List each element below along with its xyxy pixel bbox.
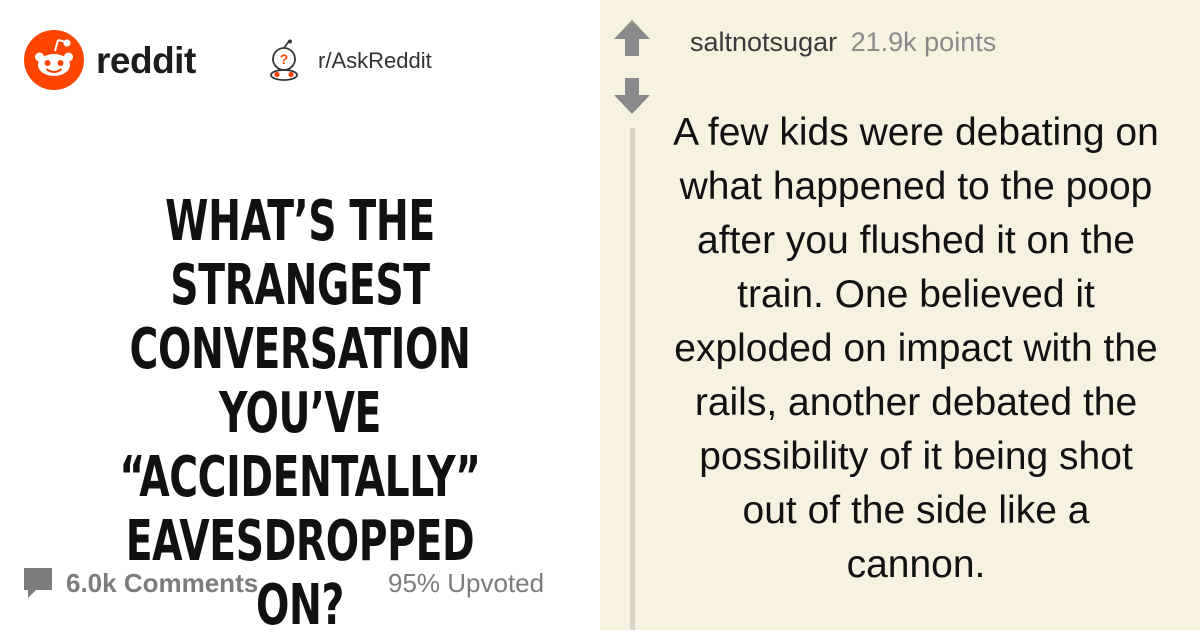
svg-text:?: ? — [280, 51, 289, 67]
thread-line[interactable] — [630, 128, 635, 630]
comment-author[interactable]: saltnotsugar — [690, 27, 837, 57]
comment-body: A few kids were debating on what happene… — [673, 111, 1159, 586]
comments-button[interactable]: 6.0k Comments — [22, 566, 258, 600]
comment-meta: saltnotsugar 21.9k points — [690, 25, 996, 59]
brand-name: reddit — [96, 39, 196, 81]
askreddit-snoo-icon: ? — [270, 39, 298, 81]
upvote-ratio: 95% Upvoted — [388, 568, 545, 598]
post-panel: reddit ? r/AskReddit What’s the stranges… — [0, 0, 600, 638]
subreddit-link[interactable]: ? r/AskReddit — [262, 39, 432, 83]
comments-count: 6.0k Comments — [66, 567, 259, 598]
downvote-arrow-icon[interactable] — [612, 76, 652, 116]
comment-panel: saltnotsugar 21.9k points A few kids wer… — [600, 0, 1200, 630]
comment-bubble-icon — [24, 568, 52, 598]
upvote-arrow-icon[interactable] — [612, 18, 652, 58]
comment-points: 21.9k points — [850, 27, 997, 57]
subreddit-name: r/AskReddit — [318, 48, 432, 73]
reddit-brand[interactable]: reddit — [24, 30, 196, 90]
reddit-snoo-icon — [24, 30, 84, 90]
